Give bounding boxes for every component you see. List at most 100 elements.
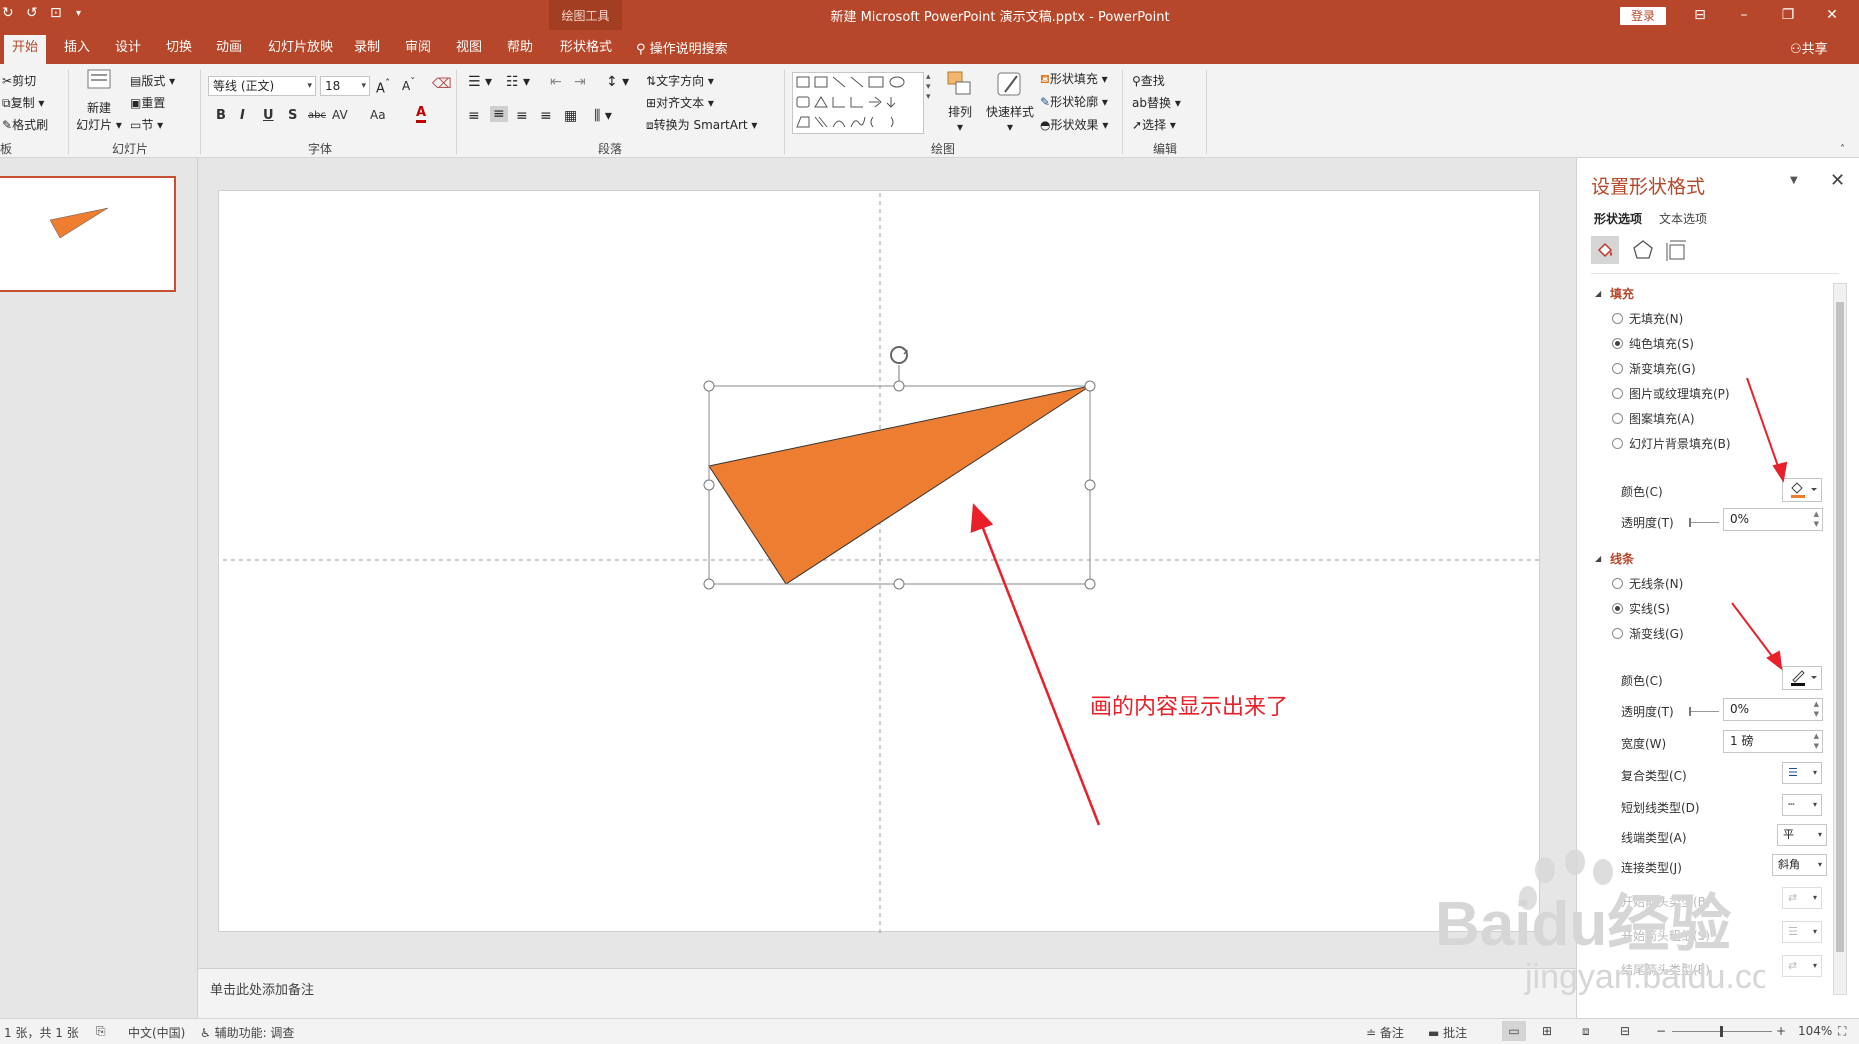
comments-toggle[interactable]: ▬ 批注 <box>1428 1024 1467 1041</box>
distributed-icon[interactable]: ▦ <box>564 108 577 124</box>
resize-handle[interactable] <box>703 479 715 491</box>
reading-view-icon[interactable]: ⧈ <box>1582 1024 1590 1039</box>
language-indicator[interactable]: 中文(中国) <box>128 1024 185 1041</box>
tab-review[interactable]: 审阅 <box>405 38 431 58</box>
zoom-level[interactable]: 104% <box>1798 1024 1832 1038</box>
tab-slideshow[interactable]: 幻灯片放映 <box>268 38 333 58</box>
resize-handle[interactable] <box>703 380 715 392</box>
notes-pane[interactable]: 单击此处添加备注 <box>198 968 1576 1018</box>
find-button[interactable]: ⚲查找 <box>1132 72 1165 89</box>
clear-format-icon[interactable]: ⌫ <box>432 76 452 92</box>
text-direction-button[interactable]: ⇅文字方向 ▾ <box>646 72 714 89</box>
copy-button[interactable]: ⧉复制 ▾ <box>2 94 44 111</box>
drawn-triangle[interactable] <box>708 385 1091 585</box>
start-slideshow-icon[interactable]: ⊡ <box>50 5 62 21</box>
font-color-button[interactable]: A <box>416 106 427 123</box>
tab-view[interactable]: 视图 <box>456 38 482 58</box>
bullets-icon[interactable]: ☰ ▾ <box>468 74 492 90</box>
italic-button[interactable]: I <box>240 108 245 123</box>
align-left-icon[interactable]: ≡ <box>468 108 480 124</box>
notes-label: 备注 <box>1379 1026 1404 1040</box>
slide-canvas[interactable]: 画的内容显示出来了 <box>199 161 1559 951</box>
arrange-button[interactable]: 排列 ▾ <box>940 70 980 134</box>
minimize-icon[interactable]: – <box>1724 4 1764 26</box>
layout-button[interactable]: ▤版式 ▾ <box>130 72 175 89</box>
tab-home[interactable]: 开始 <box>4 35 46 64</box>
slide-sorter-icon[interactable]: ⊞ <box>1542 1024 1552 1038</box>
shapes-gallery[interactable] <box>792 72 924 134</box>
pen-icon: ✎ <box>1040 95 1051 109</box>
increase-indent-icon[interactable]: ⇥ <box>574 74 586 90</box>
zoom-slider-thumb[interactable] <box>1720 1026 1723 1037</box>
tab-shape-format[interactable]: 形状格式 <box>560 38 612 58</box>
tab-design[interactable]: 设计 <box>115 38 141 58</box>
font-size-combo[interactable]: 18 ▾ <box>320 76 370 96</box>
save-icon[interactable]: ↻ <box>2 5 14 21</box>
justify-icon[interactable]: ≡ <box>540 108 552 124</box>
fit-slide-icon[interactable]: ⛶ <box>1838 1024 1846 1039</box>
shape-fill-button[interactable]: ⛾形状填充 ▾ <box>1040 70 1108 88</box>
align-right-icon[interactable]: ≡ <box>516 108 528 124</box>
normal-view-icon[interactable]: ▭ <box>1502 1021 1526 1041</box>
tab-help[interactable]: 帮助 <box>507 38 533 58</box>
login-button[interactable]: 登录 <box>1620 7 1666 25</box>
rotate-handle-icon[interactable] <box>890 346 909 364</box>
format-painter-button[interactable]: ✎格式刷 <box>2 116 48 133</box>
resize-handle[interactable] <box>1084 578 1096 590</box>
tab-insert[interactable]: 插入 <box>64 38 90 58</box>
tab-animations[interactable]: 动画 <box>216 38 242 58</box>
shadow-button[interactable]: S <box>288 108 297 123</box>
resize-handle[interactable] <box>1084 380 1096 392</box>
decrease-indent-icon[interactable]: ⇤ <box>550 74 562 90</box>
new-slide-icon <box>87 69 111 89</box>
columns-icon[interactable]: ⫼ ▾ <box>594 108 612 124</box>
spellcheck-icon[interactable]: ⎘ <box>96 1024 106 1039</box>
font-name-combo[interactable]: 等线 (正文) ▾ <box>208 76 316 96</box>
new-slide-button[interactable]: 新建 幻灯片 ▾ <box>76 68 122 133</box>
scissors-icon: ✂ <box>2 74 13 88</box>
tell-me-search[interactable]: ⚲ 操作说明搜索 <box>636 38 728 57</box>
align-center-icon[interactable]: ≡ <box>490 106 508 122</box>
change-case-button[interactable]: Aa <box>370 108 386 122</box>
resize-handle[interactable] <box>893 578 905 590</box>
resize-handle[interactable] <box>1084 479 1096 491</box>
section-button[interactable]: ▭节 ▾ <box>130 116 163 133</box>
customize-qat-icon[interactable]: ▾ <box>76 8 81 19</box>
close-icon[interactable]: ✕ <box>1812 4 1852 26</box>
smartart-button[interactable]: ⧈转换为 SmartArt ▾ <box>646 116 757 133</box>
line-spacing-icon[interactable]: ↕ ▾ <box>606 74 629 90</box>
slideshow-view-icon[interactable]: ⊟ <box>1620 1024 1630 1038</box>
zoom-out-icon[interactable]: − <box>1656 1024 1666 1038</box>
quick-styles-button[interactable]: 快速样式 ▾ <box>984 70 1036 134</box>
tab-record[interactable]: 录制 <box>354 38 380 58</box>
cut-button[interactable]: ✂剪切 <box>2 72 36 89</box>
resize-handle[interactable] <box>893 380 905 392</box>
notes-toggle[interactable]: ≐ 备注 <box>1366 1024 1404 1041</box>
strikethrough-button[interactable]: abc <box>308 110 326 121</box>
shrink-font-icon[interactable]: Aˇ <box>402 77 415 93</box>
char-spacing-button[interactable]: AV <box>332 108 348 122</box>
select-button[interactable]: ➚选择 ▾ <box>1132 116 1176 133</box>
numbering-icon[interactable]: ☷ ▾ <box>506 74 530 90</box>
tab-transitions[interactable]: 切换 <box>166 38 192 58</box>
slide-thumbnail[interactable] <box>0 176 176 292</box>
gallery-scroll-icon[interactable]: ▴ ▾ ▾ <box>926 72 931 102</box>
redo-icon[interactable]: ↺ <box>26 5 38 21</box>
share-button[interactable]: ⚇共享 <box>1790 38 1828 57</box>
ribbon-display-icon[interactable]: ⊟ <box>1680 4 1720 26</box>
align-text-button[interactable]: ⊞对齐文本 ▾ <box>646 94 714 111</box>
resize-handle[interactable] <box>703 578 715 590</box>
grow-font-icon[interactable]: Aˆ <box>376 77 390 96</box>
replace-button[interactable]: ab替换 ▾ <box>1132 94 1181 111</box>
reset-button[interactable]: ▣重置 <box>130 94 165 111</box>
accessibility-status[interactable]: ♿ 辅助功能: 调查 <box>200 1024 294 1041</box>
underline-button[interactable]: U <box>263 108 274 123</box>
search-icon: ⚲ <box>1132 74 1141 88</box>
bold-button[interactable]: B <box>216 108 226 123</box>
zoom-in-icon[interactable]: + <box>1776 1024 1786 1038</box>
collapse-ribbon-icon[interactable]: ˄ <box>1840 144 1845 155</box>
maximize-icon[interactable]: ❐ <box>1768 4 1808 26</box>
shape-effects-button[interactable]: ◓形状效果 ▾ <box>1040 116 1108 133</box>
shape-outline-button[interactable]: ✎形状轮廓 ▾ <box>1040 93 1108 110</box>
text-direction-icon: ⇅ <box>646 74 657 88</box>
